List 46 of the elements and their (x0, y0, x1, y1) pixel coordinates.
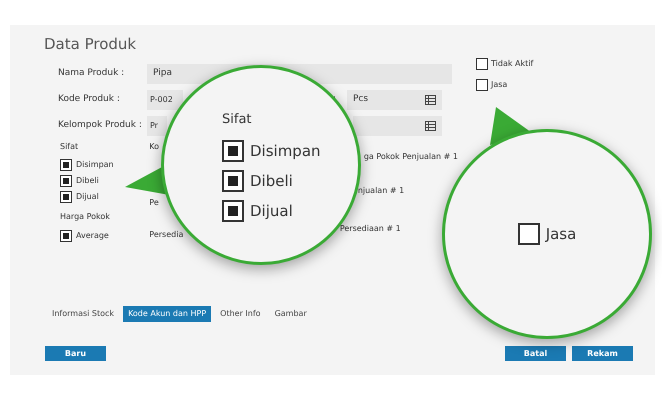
tab[interactable]: Informasi Stock (47, 306, 120, 322)
field-label: Nama Produk : (58, 68, 124, 78)
section-label: Sifat (60, 141, 80, 153)
checkbox-label: Jasa (546, 224, 576, 245)
field-label: Kelompok Produk : (58, 120, 142, 130)
dropdown-field[interactable]: Pr (147, 116, 167, 136)
action-button[interactable]: Batal (505, 346, 566, 361)
grid-icon[interactable] (425, 95, 436, 105)
checkbox[interactable] (476, 79, 488, 91)
section-label: Sifat (222, 111, 253, 129)
checkbox-label: Jasa (491, 79, 508, 91)
checkbox-label: Average (76, 230, 109, 242)
checkbox[interactable] (222, 170, 244, 192)
checkbox[interactable] (60, 159, 72, 171)
dropdown-field[interactable]: Pcs (347, 90, 442, 110)
action-button[interactable]: Rekam (572, 346, 633, 361)
section-label: Harga Pokok (60, 211, 111, 223)
account-label: ga Pokok Penjualan # 1 (364, 152, 458, 161)
tab[interactable]: Other Info (215, 306, 266, 322)
checkbox[interactable] (60, 191, 72, 203)
field-label: Kode Produk : (58, 94, 120, 104)
checkbox[interactable] (518, 223, 540, 245)
grid-icon[interactable] (425, 121, 436, 131)
checkbox[interactable] (476, 58, 488, 70)
account-label: Persedia (149, 229, 184, 241)
checkbox[interactable] (222, 140, 244, 162)
new-button[interactable]: Baru (45, 346, 106, 361)
checkbox-label: Disimpan (76, 159, 114, 171)
checkbox[interactable] (222, 200, 244, 222)
account-label: Persediaan # 1 (340, 224, 401, 233)
dropdown-field[interactable] (353, 116, 442, 136)
checkbox[interactable] (60, 230, 72, 242)
checkbox-label: Disimpan (250, 140, 321, 162)
checkbox-label: Dijual (76, 191, 99, 203)
page-title: Data Produk (44, 35, 136, 53)
checkbox[interactable] (60, 175, 72, 187)
input-field[interactable]: P-002 (147, 90, 183, 110)
checkbox-label: Dijual (250, 200, 293, 222)
tab[interactable]: Gambar (270, 306, 312, 322)
tab[interactable]: Kode Akun dan HPP (123, 306, 212, 322)
account-label: Pe (149, 197, 159, 209)
checkbox-label: Tidak Aktif (491, 58, 534, 70)
checkbox-label: Dibeli (76, 175, 99, 187)
checkbox-label: Dibeli (250, 170, 293, 192)
account-label: Ko (149, 141, 160, 153)
account-label: njualan # 1 (358, 186, 404, 195)
